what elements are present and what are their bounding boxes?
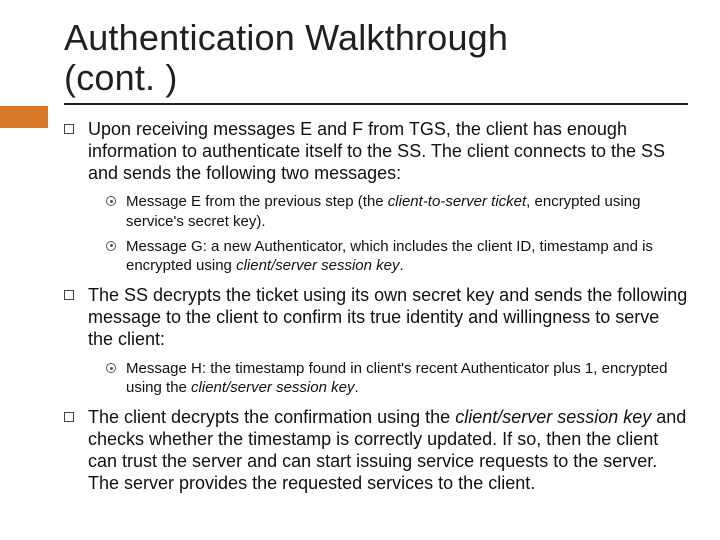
sub-text-post: . — [399, 257, 403, 274]
sub-text-post: . — [354, 379, 358, 396]
slide-title: Authentication Walkthrough (cont. ) — [64, 18, 688, 99]
bullet-text-pre: The client decrypts the confirmation usi… — [88, 407, 455, 427]
sub-list: Message E from the previous step (the cl… — [88, 192, 688, 275]
bullet-list: Upon receiving messages E and F from TGS… — [64, 119, 688, 496]
slide: Authentication Walkthrough (cont. ) Upon… — [0, 0, 720, 540]
sub-list: Message H: the timestamp found in client… — [88, 359, 688, 397]
bullet-item: The SS decrypts the ticket using its own… — [64, 285, 688, 397]
title-line-2: (cont. ) — [64, 57, 178, 98]
bullet-text-em: client/server session key — [455, 407, 651, 427]
bullet-text: Upon receiving messages E and F from TGS… — [88, 119, 665, 183]
title-rule — [64, 103, 688, 105]
sub-text-em: client/server session key — [191, 379, 354, 396]
sub-text-pre: Message E from the previous step (the — [126, 193, 388, 210]
title-line-1: Authentication Walkthrough — [64, 17, 508, 58]
accent-bar — [0, 106, 48, 128]
sub-item: Message E from the previous step (the cl… — [106, 192, 688, 230]
sub-item: Message G: a new Authenticator, which in… — [106, 237, 688, 275]
bullet-text: The SS decrypts the ticket using its own… — [88, 285, 687, 349]
sub-text-em: client/server session key — [236, 257, 399, 274]
sub-item: Message H: the timestamp found in client… — [106, 359, 688, 397]
bullet-item: Upon receiving messages E and F from TGS… — [64, 119, 688, 276]
bullet-item: The client decrypts the confirmation usi… — [64, 407, 688, 495]
sub-text-em: client-to-server ticket — [388, 193, 526, 210]
